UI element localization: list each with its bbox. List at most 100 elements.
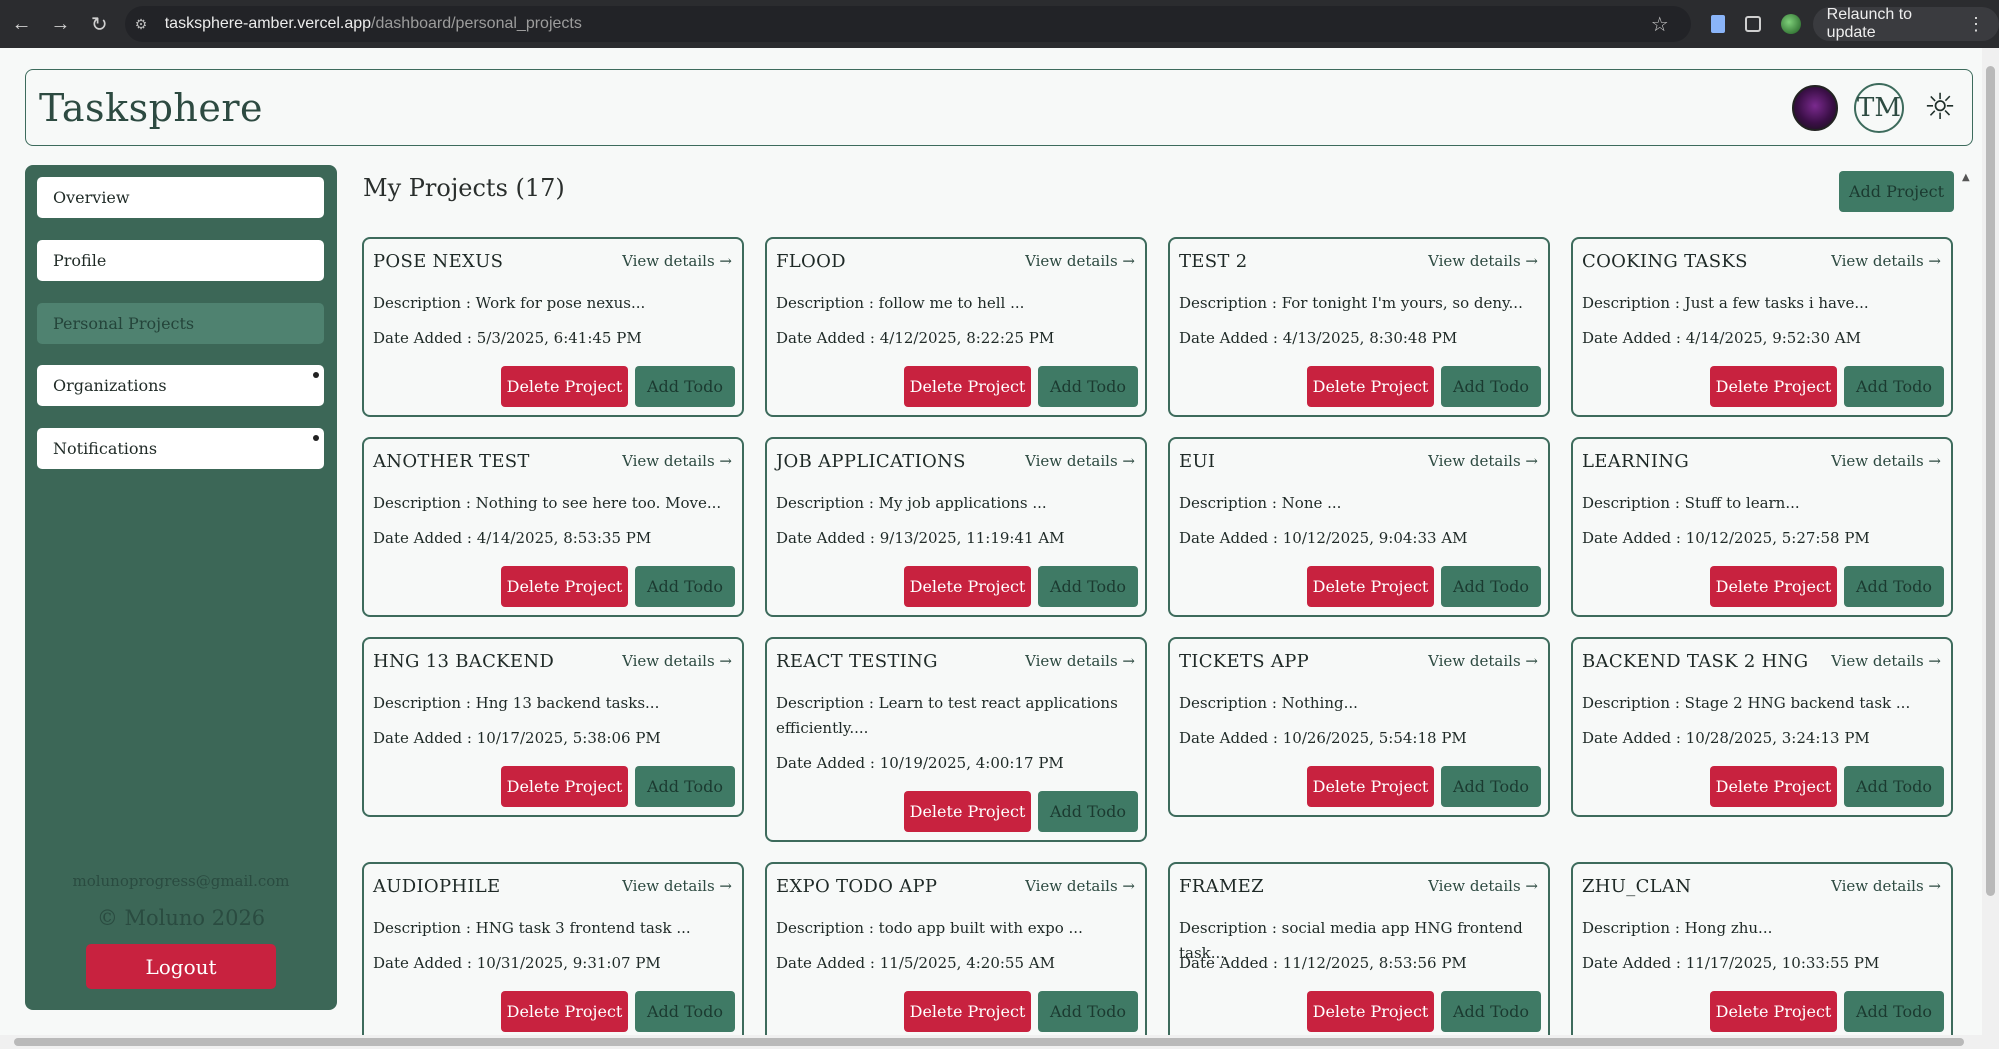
project-description: Description : Hng 13 backend tasks... [373, 694, 660, 712]
sidebar-item-overview[interactable]: Overview [37, 177, 324, 218]
delete-project-button[interactable]: Delete Project [904, 566, 1031, 607]
project-name: HNG 13 BACKEND [373, 651, 555, 672]
project-description: Description : todo app built with expo .… [776, 919, 1083, 937]
url-path: /dashboard/personal_projects [371, 15, 582, 32]
delete-project-button[interactable]: Delete Project [501, 366, 628, 407]
sidebar-item-organizations[interactable]: Organizations [37, 365, 324, 406]
add-todo-button[interactable]: Add Todo [1441, 991, 1541, 1032]
add-project-button[interactable]: Add Project [1839, 171, 1954, 212]
scroll-up-icon[interactable]: ▲ [1962, 172, 1970, 183]
view-details-link[interactable]: View details → [1428, 877, 1538, 895]
address-bar[interactable]: ⚙ tasksphere-amber.vercel.app/dashboard/… [124, 6, 1691, 42]
project-description: Description : Just a few tasks i have... [1582, 294, 1869, 312]
theme-toggle-sun-icon[interactable]: ☼ [1920, 87, 1960, 128]
add-todo-button[interactable]: Add Todo [1038, 566, 1138, 607]
vertical-scroll-thumb[interactable] [1986, 66, 1995, 896]
reload-icon[interactable]: ↻ [80, 4, 119, 44]
delete-project-button[interactable]: Delete Project [1710, 991, 1837, 1032]
menu-kebab-icon[interactable]: ⋮ [1967, 14, 1985, 35]
site-info-icon[interactable]: ⚙ [135, 16, 153, 33]
view-details-link[interactable]: View details → [1831, 452, 1941, 470]
project-name: AUDIOPHILE [373, 876, 501, 897]
back-arrow-icon[interactable]: ← [2, 4, 41, 44]
view-details-link[interactable]: View details → [1831, 877, 1941, 895]
horizontal-scrollbar[interactable] [0, 1035, 1999, 1049]
delete-project-button[interactable]: Delete Project [1710, 366, 1837, 407]
delete-project-button[interactable]: Delete Project [1307, 991, 1434, 1032]
user-initials-avatar[interactable]: TM [1854, 82, 1904, 133]
view-details-link[interactable]: View details → [622, 652, 732, 670]
project-name: POSE NEXUS [373, 251, 504, 272]
delete-project-button[interactable]: Delete Project [1307, 766, 1434, 807]
bookmark-star-icon[interactable]: ☆ [1651, 12, 1669, 37]
add-todo-button[interactable]: Add Todo [1038, 366, 1138, 407]
view-details-link[interactable]: View details → [622, 252, 732, 270]
project-name: TEST 2 [1179, 251, 1248, 272]
relaunch-button[interactable]: Relaunch to update ⋮ [1812, 6, 1999, 41]
view-details-link[interactable]: View details → [1025, 252, 1135, 270]
project-description: Description : Work for pose nexus... [373, 294, 646, 312]
browser-toolbar: ← → ↻ ⚙ tasksphere-amber.vercel.app/dash… [0, 0, 1999, 48]
profile-avatar-icon[interactable] [1780, 14, 1801, 34]
delete-project-button[interactable]: Delete Project [1710, 766, 1837, 807]
delete-project-button[interactable]: Delete Project [501, 991, 628, 1032]
sidebar-item-label: Overview [53, 188, 130, 207]
profile-photo-avatar[interactable] [1792, 84, 1838, 131]
add-todo-button[interactable]: Add Todo [1038, 791, 1138, 832]
url-host: tasksphere-amber.vercel.app [164, 15, 372, 32]
view-details-link[interactable]: View details → [1025, 452, 1135, 470]
user-email: molunoprogress@gmail.com [72, 872, 290, 890]
forward-arrow-icon[interactable]: → [41, 4, 80, 44]
view-details-link[interactable]: View details → [1428, 652, 1538, 670]
view-details-link[interactable]: View details → [1831, 652, 1941, 670]
add-todo-button[interactable]: Add Todo [1844, 366, 1944, 407]
delete-project-button[interactable]: Delete Project [1307, 366, 1434, 407]
view-details-link[interactable]: View details → [622, 452, 732, 470]
add-todo-button[interactable]: Add Todo [1441, 566, 1541, 607]
add-todo-button[interactable]: Add Todo [1844, 766, 1944, 807]
project-date-added: Date Added : 10/26/2025, 5:54:18 PM [1179, 729, 1467, 747]
project-date-added: Date Added : 10/12/2025, 9:04:33 AM [1179, 529, 1468, 547]
project-card: COOKING TASKS View details → Description :… [1571, 237, 1953, 417]
view-details-link[interactable]: View details → [1428, 452, 1538, 470]
project-name: EUI [1179, 451, 1216, 472]
horizontal-scroll-thumb[interactable] [14, 1038, 1964, 1046]
add-todo-button[interactable]: Add Todo [1038, 991, 1138, 1032]
sidebar-item-personal-projects[interactable]: Personal Projects [37, 303, 324, 344]
view-details-link[interactable]: View details → [1025, 652, 1135, 670]
extensions-puzzle-icon[interactable] [1744, 16, 1761, 32]
add-todo-button[interactable]: Add Todo [635, 366, 735, 407]
add-todo-button[interactable]: Add Todo [1844, 566, 1944, 607]
add-todo-button[interactable]: Add Todo [1441, 366, 1541, 407]
sidebar-item-label: Organizations [53, 376, 167, 395]
delete-project-button[interactable]: Delete Project [904, 991, 1031, 1032]
add-todo-button[interactable]: Add Todo [635, 566, 735, 607]
project-card: BACKEND TASK 2 HNG View details → Descript… [1571, 637, 1953, 817]
add-todo-button[interactable]: Add Todo [635, 991, 735, 1032]
extension-doc-icon[interactable] [1710, 15, 1725, 33]
delete-project-button[interactable]: Delete Project [904, 791, 1031, 832]
project-name: BACKEND TASK 2 HNG [1582, 651, 1809, 672]
sidebar-item-profile[interactable]: Profile [37, 240, 324, 281]
view-details-link[interactable]: View details → [1428, 252, 1538, 270]
delete-project-button[interactable]: Delete Project [501, 766, 628, 807]
vertical-scrollbar[interactable] [1982, 48, 1999, 1035]
delete-project-button[interactable]: Delete Project [1307, 566, 1434, 607]
logout-button[interactable]: Logout [86, 944, 276, 989]
add-todo-button[interactable]: Add Todo [1441, 766, 1541, 807]
view-details-link[interactable]: View details → [622, 877, 732, 895]
delete-project-button[interactable]: Delete Project [904, 366, 1031, 407]
add-todo-button[interactable]: Add Todo [635, 766, 735, 807]
add-todo-button[interactable]: Add Todo [1844, 991, 1944, 1032]
project-description: Description : Stuff to learn... [1582, 494, 1800, 512]
sidebar: Overview Profile Personal Projects Organ… [25, 165, 337, 1010]
project-description: Description : Stage 2 HNG backend task .… [1582, 694, 1911, 712]
project-description: Description : Nothing to see here too. M… [373, 494, 722, 512]
sidebar-item-notifications[interactable]: Notifications [37, 428, 324, 469]
view-details-link[interactable]: View details → [1025, 877, 1135, 895]
project-card: JOB APPLICATIONS View details → Descriptio… [765, 437, 1147, 617]
view-details-link[interactable]: View details → [1831, 252, 1941, 270]
delete-project-button[interactable]: Delete Project [501, 566, 628, 607]
delete-project-button[interactable]: Delete Project [1710, 566, 1837, 607]
sidebar-item-label: Profile [53, 251, 107, 270]
